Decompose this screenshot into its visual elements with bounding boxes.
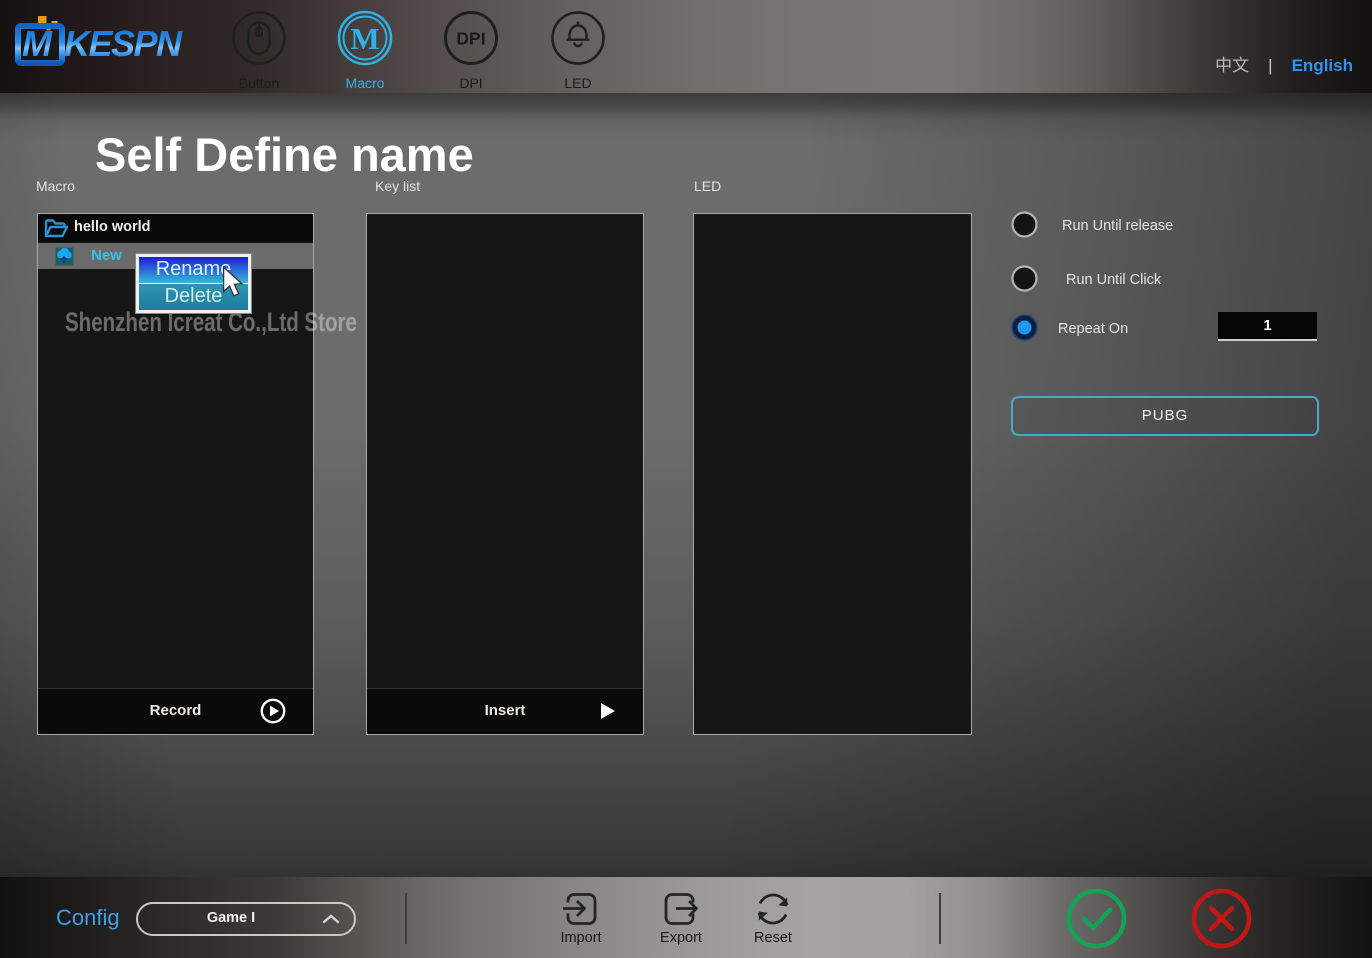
svg-text:DPI: DPI bbox=[456, 29, 485, 49]
svg-text:M: M bbox=[22, 23, 53, 64]
svg-text:KESPN: KESPN bbox=[64, 23, 183, 64]
svg-text:M: M bbox=[350, 21, 379, 56]
